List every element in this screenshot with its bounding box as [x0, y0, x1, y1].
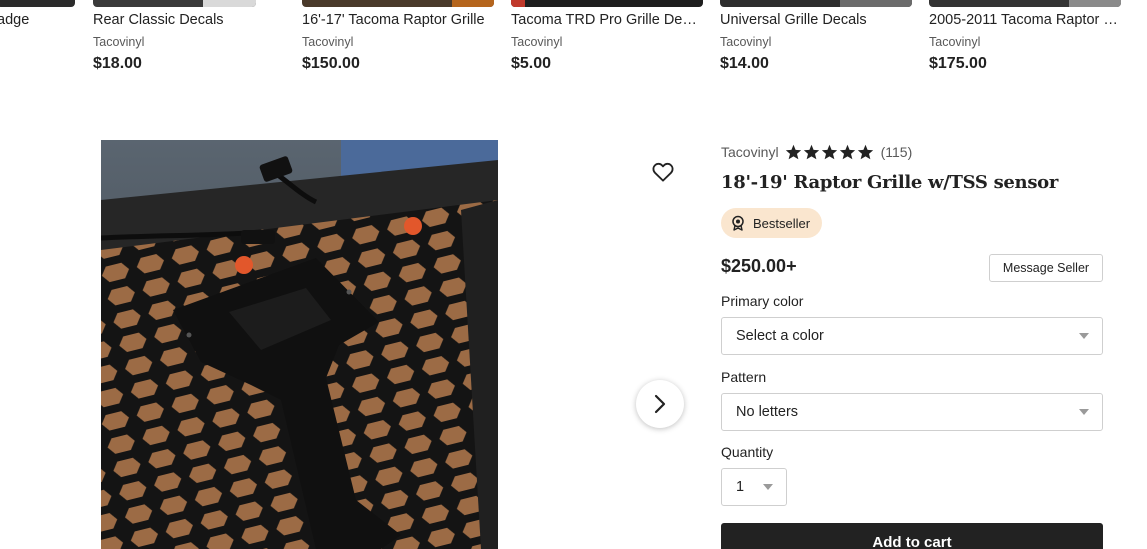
chevron-down-icon — [763, 484, 773, 490]
related-listings-carousel: adge Rear Classic Decals Tacovinyl $18.0… — [0, 0, 1147, 90]
listing-shop: Tacovinyl — [93, 35, 145, 49]
pattern-value: No letters — [736, 404, 799, 420]
review-count[interactable]: (115) — [881, 144, 913, 160]
listing-title[interactable]: Universal Grille Decals — [720, 12, 912, 28]
listing-thumbnail[interactable] — [0, 0, 75, 7]
shop-name-link[interactable]: Tacovinyl — [721, 144, 779, 160]
listing-price: $18.00 — [93, 55, 142, 72]
star-icon — [785, 144, 801, 160]
favorite-button[interactable] — [646, 155, 680, 189]
listing-title[interactable]: 16'-17' Tacoma Raptor Grille — [302, 12, 494, 28]
add-to-cart-button[interactable]: Add to cart — [721, 523, 1103, 549]
message-seller-button[interactable]: Message Seller — [989, 254, 1103, 282]
listing-price: $5.00 — [511, 55, 552, 72]
heart-icon — [652, 162, 674, 182]
pattern-label: Pattern — [721, 369, 767, 385]
listing-thumbnail[interactable] — [511, 0, 703, 7]
product-price: $250.00+ — [721, 256, 797, 276]
quantity-value: 1 — [736, 479, 745, 495]
next-image-button[interactable] — [636, 380, 684, 428]
listing-card[interactable]: Universal Grille Decals Tacovinyl $14.00 — [720, 0, 912, 80]
listing-thumbnail[interactable] — [720, 0, 912, 7]
award-icon — [730, 215, 746, 231]
chevron-down-icon — [1079, 333, 1089, 339]
listing-price: $150.00 — [302, 55, 360, 72]
listing-card[interactable]: Rear Classic Decals Tacovinyl $18.00 — [93, 0, 285, 80]
quantity-label: Quantity — [721, 444, 774, 460]
primary-color-value: Select a color — [736, 328, 824, 344]
product-title: 18'-19' Raptor Grille w/TSS sensor — [721, 172, 1059, 193]
listing-shop: Tacovinyl — [302, 35, 354, 49]
star-icon — [803, 144, 819, 160]
product-image[interactable] — [101, 140, 498, 549]
rating-stars[interactable] — [785, 144, 874, 160]
listing-title[interactable]: Rear Classic Decals — [93, 12, 285, 28]
badge-label: Bestseller — [753, 215, 811, 231]
listing-thumbnail[interactable] — [929, 0, 1121, 7]
listing-shop: Tacovinyl — [929, 35, 981, 49]
seller-rating-row: Tacovinyl (115) — [721, 143, 912, 161]
listing-title[interactable]: 2005-2011 Tacoma Raptor Grille — [929, 12, 1121, 28]
chevron-down-icon — [1079, 409, 1089, 415]
listing-shop: Tacovinyl — [511, 35, 563, 49]
star-icon — [857, 144, 873, 160]
star-icon — [821, 144, 837, 160]
bestseller-badge: Bestseller — [721, 208, 823, 238]
chevron-right-icon — [653, 394, 667, 414]
listing-price: $14.00 — [720, 55, 769, 72]
listing-card[interactable]: Tacoma TRD Pro Grille Decals Tacovinyl $… — [511, 0, 703, 80]
add-to-cart-label: Add to cart — [872, 534, 952, 549]
listing-card[interactable]: 16'-17' Tacoma Raptor Grille Tacovinyl $… — [302, 0, 494, 80]
listing-title[interactable]: Tacoma TRD Pro Grille Decals — [511, 12, 703, 28]
star-icon — [839, 144, 855, 160]
listing-shop: Tacovinyl — [720, 35, 772, 49]
listing-thumbnail[interactable] — [93, 0, 256, 7]
listing-thumbnail[interactable] — [302, 0, 494, 7]
listing-card[interactable]: 2005-2011 Tacoma Raptor Grille Tacovinyl… — [929, 0, 1121, 80]
primary-color-select[interactable]: Select a color — [721, 317, 1103, 355]
listing-price: $175.00 — [929, 55, 987, 72]
primary-color-label: Primary color — [721, 293, 804, 309]
pattern-select[interactable]: No letters — [721, 393, 1103, 431]
quantity-select[interactable]: 1 — [721, 468, 787, 506]
